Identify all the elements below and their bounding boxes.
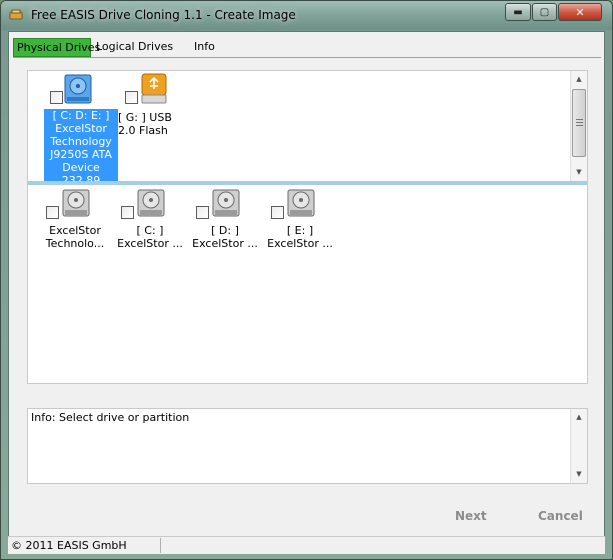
grip-line xyxy=(576,119,583,120)
drive-list-separator xyxy=(28,181,587,185)
info-scrollbar[interactable]: ▲ ▼ xyxy=(570,409,587,483)
partition-label-line1: [ E: ] xyxy=(286,224,314,237)
copyright-text: © 2011 EASIS GmbH xyxy=(11,539,127,552)
partition-checkbox[interactable] xyxy=(121,206,134,219)
tab-physical-drives[interactable]: Physical Drives xyxy=(13,38,100,57)
partition-label-line1: ExcelStor xyxy=(49,224,101,237)
partition-checkbox[interactable] xyxy=(46,206,59,219)
hdd-gray-icon xyxy=(287,189,315,217)
minimize-button[interactable]: ▬ xyxy=(505,3,531,21)
tab-divider xyxy=(13,57,601,58)
partition-label-line2: ExcelStor ... xyxy=(192,237,258,250)
info-text: Info: Select drive or partition xyxy=(31,411,190,424)
partition-checkbox[interactable] xyxy=(196,206,209,219)
scroll-down-icon[interactable]: ▼ xyxy=(571,164,587,180)
client-area: Physical Drives Logical Drives Info [ C:… xyxy=(8,31,605,554)
usb-drive-icon xyxy=(141,73,167,104)
maximize-button[interactable]: ▢ xyxy=(532,3,557,21)
maximize-icon: ▢ xyxy=(539,6,550,18)
hdd-blue-icon xyxy=(64,74,92,104)
grip-line xyxy=(576,122,583,123)
drive-checkbox[interactable] xyxy=(125,91,138,104)
drive-label-usb: [ G: ] USB 2.0 Flash Disk U... xyxy=(118,111,172,139)
tab-logical-drives[interactable]: Logical Drives xyxy=(93,38,173,57)
status-divider xyxy=(160,538,161,553)
tab-info[interactable]: Info xyxy=(191,38,251,57)
next-button[interactable]: Next xyxy=(455,509,487,523)
close-button[interactable]: ✕ xyxy=(558,3,602,21)
hdd-gray-icon xyxy=(137,189,165,217)
grip-line xyxy=(576,125,583,126)
scroll-up-icon[interactable]: ▲ xyxy=(571,71,587,87)
window-title: Free EASIS Drive Cloning 1.1 - Create Im… xyxy=(31,8,296,22)
minimize-icon: ▬ xyxy=(513,6,523,18)
drive-label-selected: [ C: D: E: ] ExcelStor Technology J9250S… xyxy=(44,109,118,182)
app-drive-icon xyxy=(9,9,23,20)
partition-label-line2: ExcelStor ... xyxy=(117,237,183,250)
status-bar: © 2011 EASIS GmbH xyxy=(8,536,605,554)
scroll-thumb[interactable] xyxy=(572,89,586,157)
info-panel: Info: Select drive or partition ▲ ▼ xyxy=(27,408,588,484)
hdd-gray-icon xyxy=(62,189,90,217)
scroll-up-icon[interactable]: ▲ xyxy=(571,409,587,425)
title-bar[interactable]: Free EASIS Drive Cloning 1.1 - Create Im… xyxy=(1,1,612,29)
hdd-gray-icon xyxy=(212,189,240,217)
drives-panel: [ C: D: E: ] ExcelStor Technology J9250S… xyxy=(27,70,588,384)
app-window: Free EASIS Drive Cloning 1.1 - Create Im… xyxy=(0,0,613,560)
cancel-button[interactable]: Cancel xyxy=(538,509,583,523)
partition-label-line2: Technolo... xyxy=(45,237,105,250)
close-icon: ✕ xyxy=(575,5,585,19)
drive-checkbox[interactable] xyxy=(50,91,63,104)
drives-scrollbar[interactable]: ▲ ▼ xyxy=(570,71,587,181)
partition-label-line1: [ C: ] xyxy=(136,224,164,237)
partition-label-line2: ExcelStor ... xyxy=(267,237,333,250)
partition-checkbox[interactable] xyxy=(271,206,284,219)
tab-bar: Physical Drives Logical Drives Info xyxy=(13,38,601,58)
scroll-down-icon[interactable]: ▼ xyxy=(571,466,587,482)
partition-label-line1: [ D: ] xyxy=(211,224,239,237)
